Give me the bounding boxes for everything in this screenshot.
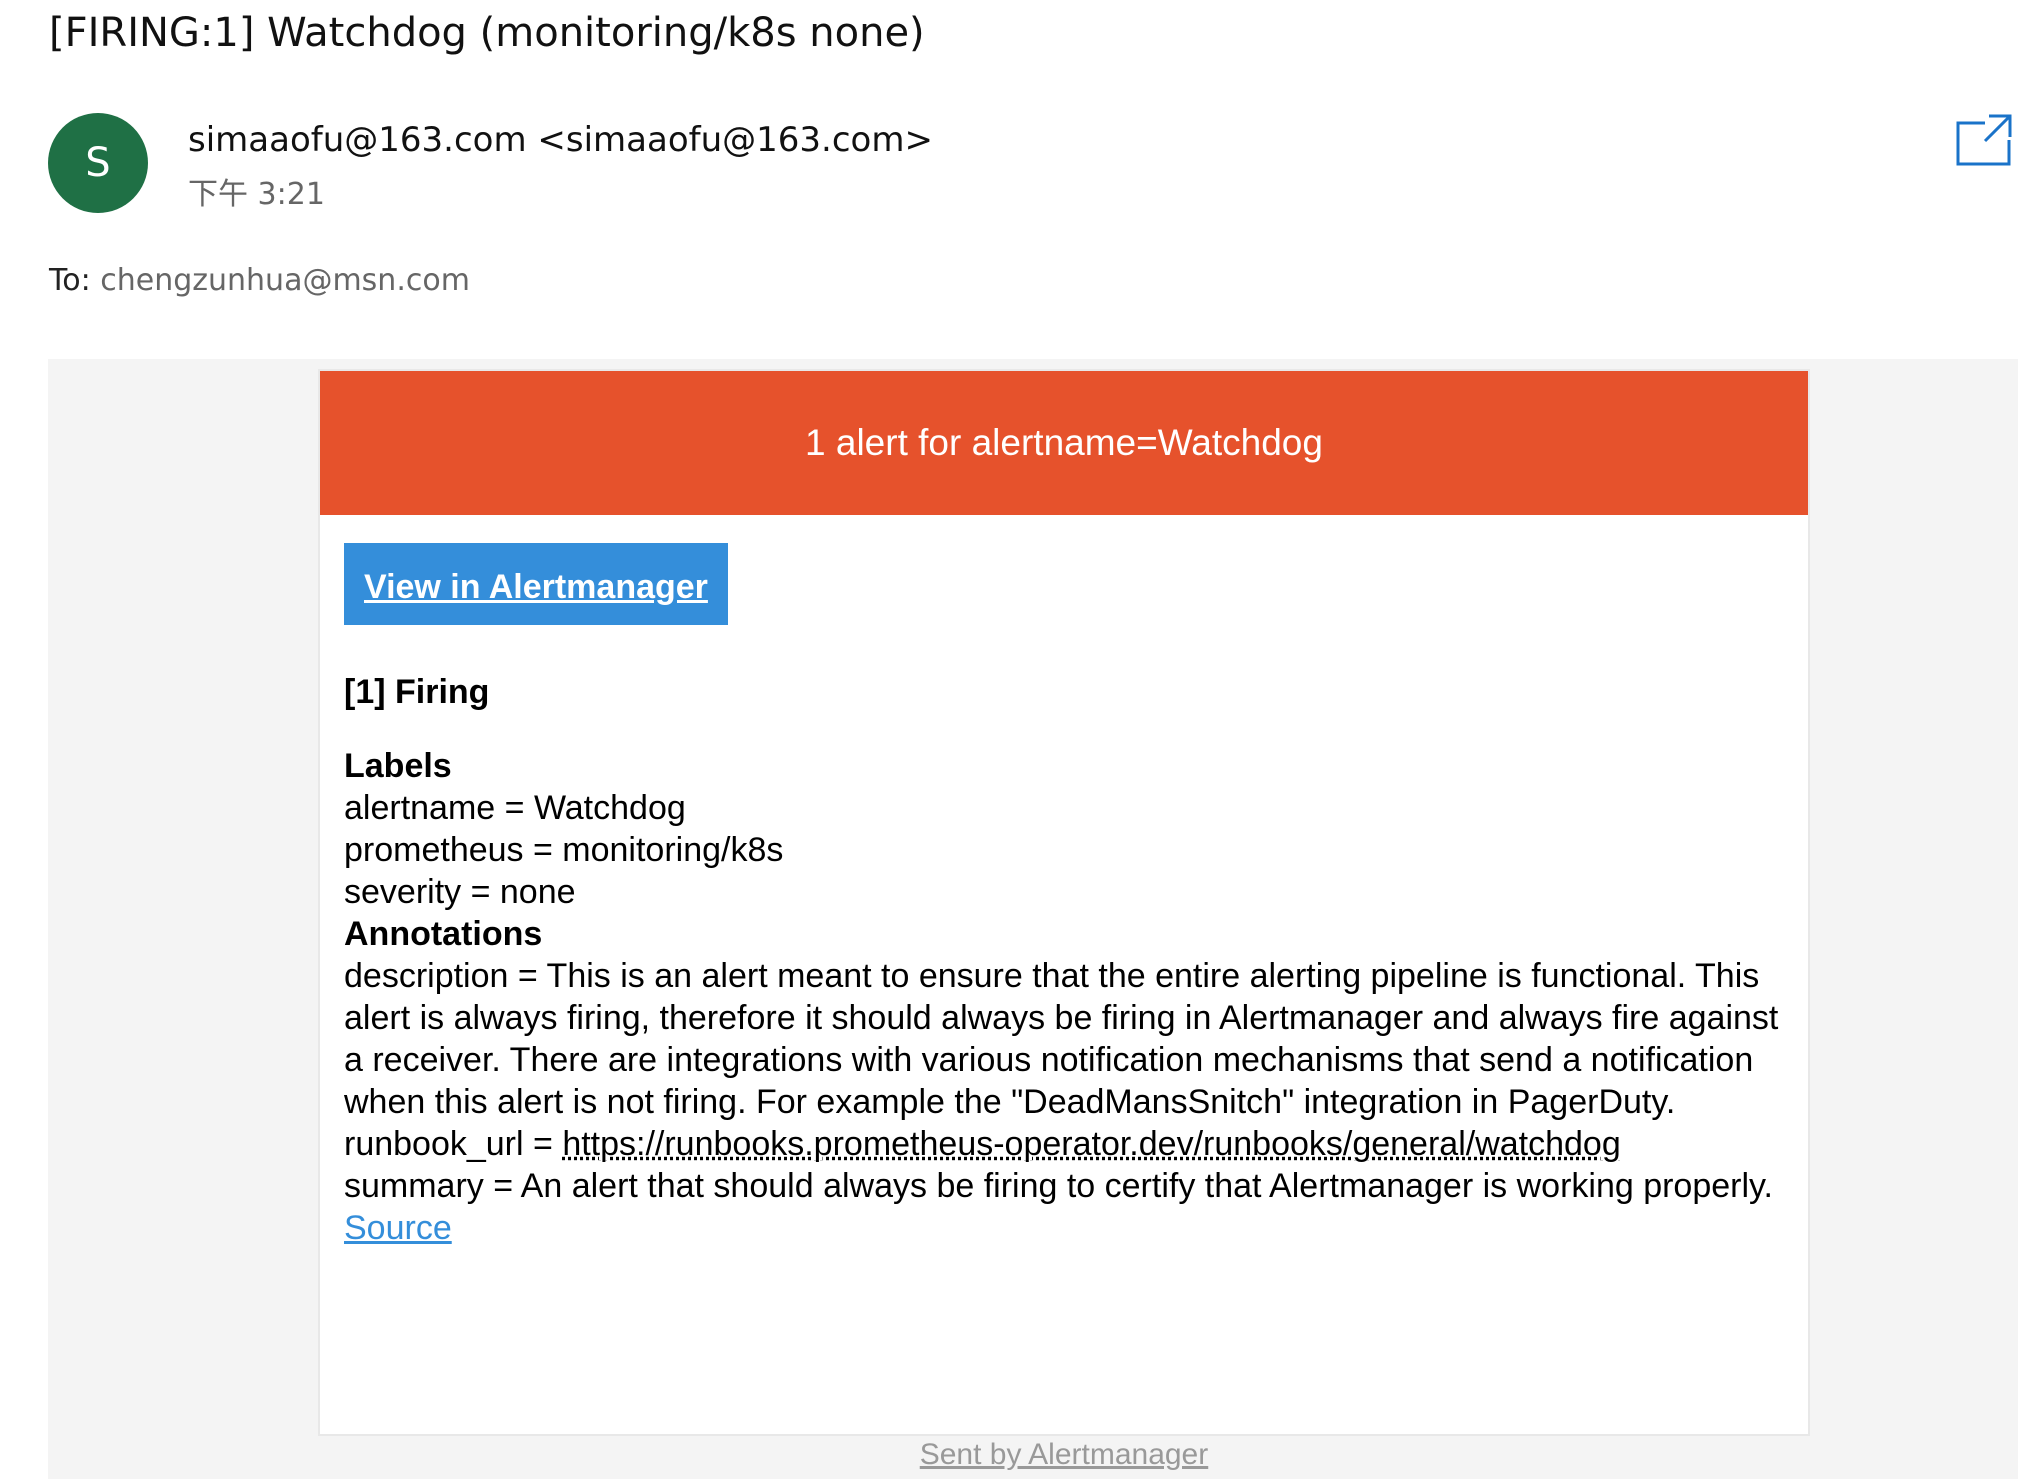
- email-body: 1 alert for alertname=Watchdog View in A…: [48, 359, 2018, 1479]
- runbook-link[interactable]: https://runbooks.prometheus-operator.dev…: [562, 1125, 1620, 1163]
- annotations-heading: Annotations: [344, 915, 543, 953]
- open-in-new-window-icon[interactable]: [1955, 113, 2013, 167]
- sent-time: 下午 3:21: [188, 177, 325, 212]
- to-label: To:: [49, 263, 91, 298]
- firing-heading: [1] Firing: [344, 673, 490, 711]
- recipient-address[interactable]: chengzunhua@msn.com: [100, 263, 470, 298]
- sender-address[interactable]: simaaofu@163.com <simaaofu@163.com>: [188, 116, 933, 164]
- label-alertname: alertname = Watchdog: [344, 789, 686, 827]
- alert-banner: 1 alert for alertname=Watchdog: [320, 371, 1808, 515]
- annotation-description: description = This is an alert meant to …: [344, 957, 1779, 1121]
- banner-text: 1 alert for alertname=Watchdog: [805, 422, 1323, 463]
- email-subject: [FIRING:1] Watchdog (monitoring/k8s none…: [49, 10, 925, 56]
- source-link[interactable]: Source: [344, 1209, 452, 1247]
- labels-heading: Labels: [344, 747, 452, 785]
- sent-by-link[interactable]: Sent by Alertmanager: [318, 1435, 1810, 1475]
- alert-card: 1 alert for alertname=Watchdog View in A…: [318, 369, 1810, 1436]
- avatar-letter: S: [85, 140, 111, 186]
- label-prometheus: prometheus = monitoring/k8s: [344, 831, 784, 869]
- alert-content: View in Alertmanager [1] Firing Labels a…: [344, 543, 1788, 1249]
- annotation-summary: summary = An alert that should always be…: [344, 1167, 1773, 1205]
- annotation-runbook: runbook_url = https://runbooks.prometheu…: [344, 1123, 1788, 1165]
- runbook-label: runbook_url =: [344, 1125, 563, 1163]
- view-in-alertmanager-button[interactable]: View in Alertmanager: [344, 543, 728, 625]
- label-severity: severity = none: [344, 873, 576, 911]
- recipient-line: To: chengzunhua@msn.com: [49, 259, 470, 303]
- sender-avatar[interactable]: S: [48, 113, 148, 213]
